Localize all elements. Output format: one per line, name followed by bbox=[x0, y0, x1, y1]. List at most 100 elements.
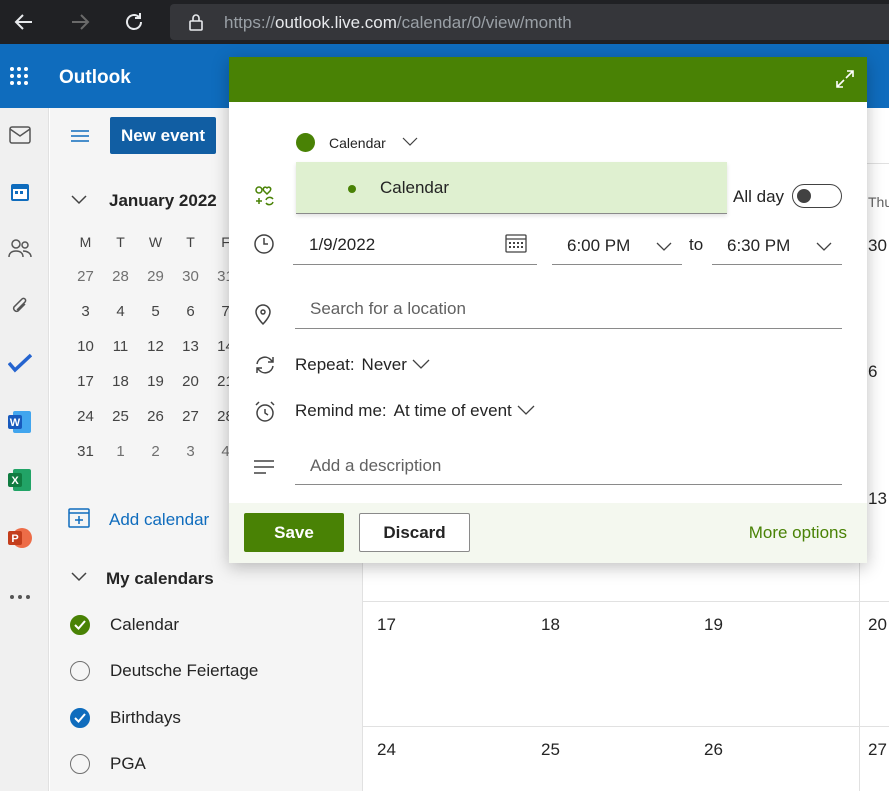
mini-calendar-week: 10 11 12 13 14 bbox=[68, 329, 243, 364]
powerpoint-icon[interactable]: P bbox=[6, 524, 34, 552]
description-input[interactable] bbox=[295, 447, 842, 485]
grid-day-number[interactable]: 17 bbox=[377, 615, 396, 635]
svg-text:W: W bbox=[10, 417, 21, 429]
mini-calendar-day[interactable]: 27 bbox=[68, 268, 103, 285]
grid-day-number[interactable]: 20 bbox=[868, 615, 887, 635]
grid-day-number[interactable]: 19 bbox=[704, 615, 723, 635]
app-title[interactable]: Outlook bbox=[59, 67, 131, 89]
circle-icon[interactable] bbox=[70, 754, 90, 774]
calendar-list-label: PGA bbox=[110, 754, 146, 773]
lock-icon bbox=[188, 13, 204, 36]
mini-calendar-day[interactable]: 25 bbox=[103, 408, 138, 425]
chevron-down-icon[interactable] bbox=[655, 240, 673, 258]
grid-day-number[interactable]: 25 bbox=[541, 740, 560, 760]
end-time-field[interactable]: 6:30 PM bbox=[727, 236, 790, 256]
mini-calendar-day[interactable]: 24 bbox=[68, 408, 103, 425]
mini-calendar-title[interactable]: January 2022 bbox=[109, 191, 217, 211]
mini-calendar-day[interactable]: 10 bbox=[68, 338, 103, 355]
grid-day-number[interactable]: 24 bbox=[377, 740, 396, 760]
back-icon[interactable] bbox=[12, 10, 36, 34]
mini-calendar-week: 24 25 26 27 28 bbox=[68, 399, 243, 434]
url-text: https://outlook.live.com/calendar/0/view… bbox=[224, 13, 572, 33]
address-bar[interactable]: https://outlook.live.com/calendar/0/view… bbox=[170, 4, 889, 40]
people-icon[interactable] bbox=[6, 234, 34, 262]
new-event-dialog: Calendar Calendar All day 1/9/2022 6:00 … bbox=[229, 57, 867, 563]
mini-calendar-day[interactable]: 2 bbox=[138, 443, 173, 460]
circle-icon[interactable] bbox=[70, 661, 90, 681]
calendar-list-label: Calendar bbox=[110, 615, 179, 634]
grid-day-number[interactable]: 6 bbox=[868, 362, 877, 382]
grid-day-number[interactable]: 18 bbox=[541, 615, 560, 635]
calendar-option-dot bbox=[348, 185, 356, 193]
app-launcher-icon[interactable] bbox=[9, 66, 29, 86]
category-icon bbox=[253, 184, 277, 213]
reminder-value: At time of event bbox=[393, 401, 512, 420]
reminder-dropdown[interactable]: Remind me: At time of event bbox=[295, 401, 536, 421]
chevron-down-icon[interactable] bbox=[70, 193, 88, 211]
calendar-icon[interactable] bbox=[6, 178, 34, 206]
mini-calendar-day[interactable]: 5 bbox=[138, 303, 173, 320]
excel-icon[interactable]: X bbox=[6, 466, 34, 494]
mini-calendar-day[interactable]: 12 bbox=[138, 338, 173, 355]
forward-icon[interactable] bbox=[68, 10, 92, 34]
mini-calendar-day[interactable]: 28 bbox=[103, 268, 138, 285]
mini-calendar-day[interactable]: 17 bbox=[68, 373, 103, 390]
start-time-field[interactable]: 6:00 PM bbox=[567, 236, 630, 256]
mini-calendar-day[interactable]: 31 bbox=[68, 443, 103, 460]
grid-day-number[interactable]: 30 bbox=[868, 236, 887, 256]
grid-day-number[interactable]: 13 bbox=[868, 489, 887, 509]
to-label: to bbox=[689, 235, 704, 254]
browser-toolbar: https://outlook.live.com/calendar/0/view… bbox=[0, 0, 889, 44]
checkmark-icon[interactable] bbox=[70, 708, 90, 728]
grid-day-number[interactable]: 26 bbox=[704, 740, 723, 760]
mini-calendar-day[interactable]: 19 bbox=[138, 373, 173, 390]
mini-calendar-day[interactable]: 1 bbox=[103, 443, 138, 460]
all-day-toggle[interactable] bbox=[792, 184, 842, 208]
mini-calendar-day[interactable]: 13 bbox=[173, 338, 208, 355]
more-options-link[interactable]: More options bbox=[749, 523, 847, 543]
mail-icon[interactable] bbox=[6, 121, 34, 149]
mini-calendar-day[interactable]: 18 bbox=[103, 373, 138, 390]
calendar-list-item[interactable]: Birthdays bbox=[70, 708, 181, 728]
mini-calendar-day[interactable]: 20 bbox=[173, 373, 208, 390]
weekday-label: M bbox=[79, 233, 92, 250]
mini-calendar-day[interactable]: 11 bbox=[103, 338, 138, 355]
repeat-dropdown[interactable]: Repeat: Never bbox=[295, 355, 431, 375]
attachment-icon[interactable] bbox=[6, 293, 34, 321]
chevron-down-icon[interactable] bbox=[815, 240, 833, 258]
more-apps-icon[interactable] bbox=[6, 583, 34, 611]
calendar-picker-icon[interactable] bbox=[505, 233, 527, 258]
mini-calendar-week: 3 4 5 6 7 bbox=[68, 294, 243, 329]
mini-calendar-day[interactable]: 3 bbox=[173, 443, 208, 460]
expand-icon[interactable] bbox=[835, 69, 855, 94]
calendar-list-item[interactable]: Deutsche Feiertage bbox=[70, 661, 258, 681]
mini-calendar-day[interactable]: 27 bbox=[173, 408, 208, 425]
start-date-field[interactable]: 1/9/2022 bbox=[309, 235, 375, 255]
location-input[interactable] bbox=[295, 289, 842, 329]
add-calendar-link[interactable]: Add calendar bbox=[68, 506, 209, 533]
checkmark-icon[interactable] bbox=[70, 615, 90, 635]
mini-calendar: M T W T F 27 28 29 30 31 3 4 5 6 7 10 11… bbox=[68, 224, 243, 469]
mini-calendar-day[interactable]: 6 bbox=[173, 303, 208, 320]
word-icon[interactable]: W bbox=[6, 408, 34, 436]
svg-text:P: P bbox=[11, 533, 18, 545]
mini-calendar-day[interactable]: 26 bbox=[138, 408, 173, 425]
field-underline bbox=[552, 264, 682, 265]
reload-icon[interactable] bbox=[122, 10, 146, 34]
my-calendars-header[interactable]: My calendars bbox=[70, 569, 214, 589]
hamburger-menu-icon[interactable] bbox=[70, 129, 90, 148]
grid-day-number[interactable]: 27 bbox=[868, 740, 887, 760]
calendar-option[interactable]: Calendar bbox=[380, 178, 449, 198]
calendar-selector[interactable]: Calendar bbox=[296, 133, 418, 152]
discard-button[interactable]: Discard bbox=[359, 513, 470, 552]
mini-calendar-day[interactable]: 3 bbox=[68, 303, 103, 320]
new-event-button[interactable]: New event bbox=[110, 117, 216, 154]
mini-calendar-day[interactable]: 30 bbox=[173, 268, 208, 285]
mini-calendar-day[interactable]: 4 bbox=[103, 303, 138, 320]
calendar-list-item[interactable]: PGA bbox=[70, 754, 146, 774]
todo-icon[interactable] bbox=[6, 349, 34, 377]
calendar-list-item[interactable]: Calendar bbox=[70, 615, 179, 635]
save-button[interactable]: Save bbox=[244, 513, 344, 552]
mini-calendar-day[interactable]: 29 bbox=[138, 268, 173, 285]
chevron-down-icon bbox=[411, 355, 431, 375]
